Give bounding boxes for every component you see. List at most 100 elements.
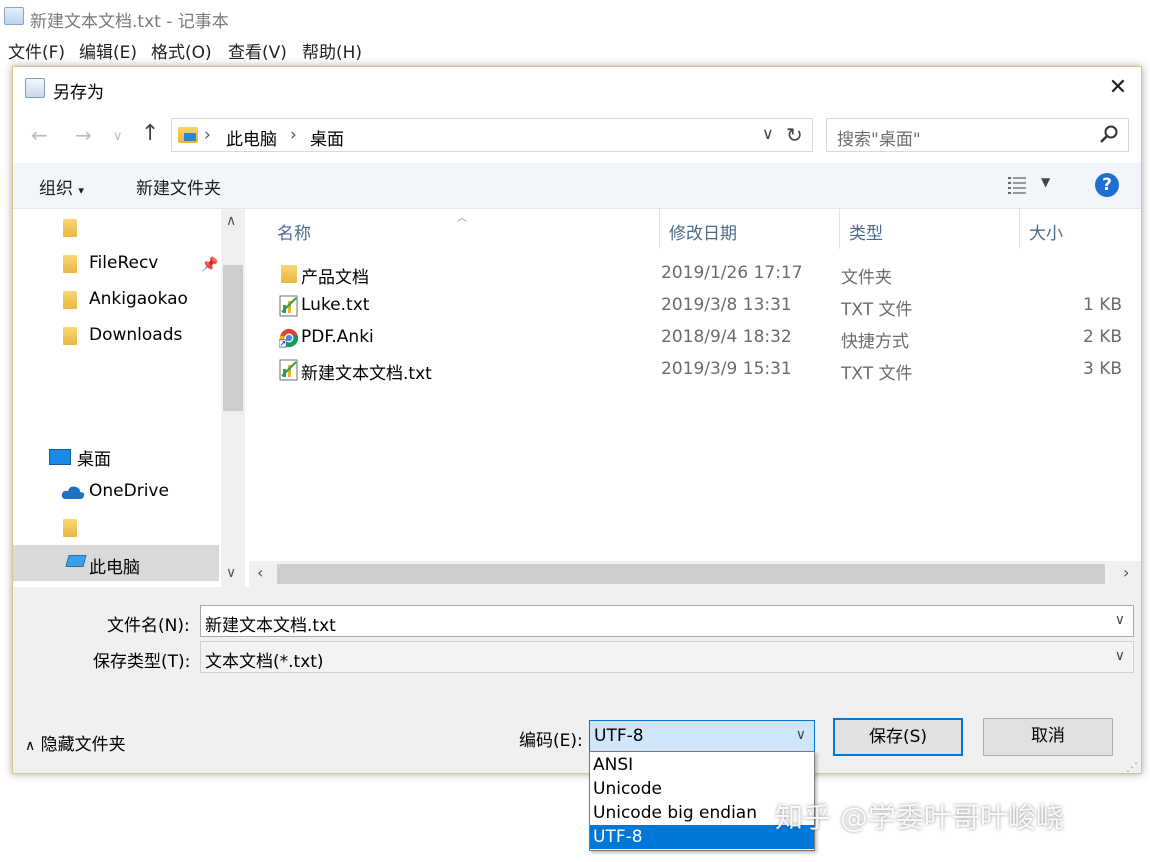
resize-grip-icon[interactable]: ⋰: [1126, 760, 1138, 774]
help-icon[interactable]: ?: [1095, 173, 1119, 197]
menu-file[interactable]: 文件(F): [8, 38, 65, 63]
filename-field[interactable]: 新建文本文档.txt ∨: [200, 605, 1134, 637]
close-button[interactable]: ✕: [1098, 73, 1138, 103]
folder-icon: [281, 265, 297, 283]
this-pc-icon: [65, 555, 87, 567]
menu-help[interactable]: 帮助(H): [302, 38, 362, 63]
folder-icon: [63, 219, 77, 237]
nav-scrollbar[interactable]: ∧ ∨: [221, 209, 245, 587]
file-size: 3 KB: [1083, 359, 1123, 379]
file-name: 新建文本文档.txt: [301, 364, 432, 384]
chevron-down-icon[interactable]: ∨: [762, 124, 774, 143]
file-type: 文件夹: [841, 268, 892, 288]
nav-item-ankigaokao[interactable]: Ankigaokao: [89, 289, 188, 309]
view-dropdown-icon[interactable]: ▼: [1041, 175, 1050, 189]
encoding-select[interactable]: UTF-8 ∨: [589, 720, 815, 754]
dialog-title: 另存为: [53, 83, 104, 103]
filename-input[interactable]: 新建文本文档.txt: [205, 611, 336, 636]
save-button[interactable]: 保存(S): [833, 718, 963, 756]
refresh-icon[interactable]: ↻: [786, 123, 803, 147]
chevron-right-icon: ›: [204, 125, 211, 145]
chrome-shortcut-icon: [279, 328, 299, 348]
folder-icon: [63, 255, 77, 273]
breadcrumb-this-pc[interactable]: 此电脑: [226, 125, 277, 150]
nav-item-this-pc[interactable]: 此电脑: [89, 553, 140, 578]
column-header-type[interactable]: 类型: [849, 219, 883, 244]
file-date: 2019/3/8 13:31: [661, 295, 792, 315]
notepad-icon: [25, 78, 45, 98]
search-box[interactable]: 搜索"桌面": [826, 118, 1129, 152]
pin-icon: 📌: [201, 257, 219, 273]
chevron-up-icon[interactable]: ∧: [226, 213, 236, 229]
text-file-icon: [279, 295, 298, 317]
back-arrow-icon[interactable]: ←: [31, 123, 48, 147]
menu-view[interactable]: 查看(V): [228, 38, 287, 63]
up-arrow-icon[interactable]: ↑: [141, 121, 159, 146]
nav-item-filerecv[interactable]: FileRecv: [89, 253, 158, 273]
dialog-titlebar: 另存为 ✕: [13, 67, 1141, 109]
notepad-icon: [4, 7, 24, 25]
filetype-value: 文本文档(*.txt): [205, 652, 324, 672]
chevron-left-icon[interactable]: ‹: [257, 563, 263, 582]
file-date: 2019/3/9 15:31: [661, 359, 792, 379]
search-icon: [1100, 125, 1118, 143]
organize-button[interactable]: 组织 ▾: [39, 174, 84, 199]
column-header-name[interactable]: 名称: [277, 219, 311, 244]
file-list: ︿ 名称 修改日期 类型 大小 产品文档 2019/1/26 17:17 文件夹…: [249, 209, 1141, 587]
notepad-text-area-left: [0, 64, 12, 784]
address-bar[interactable]: › 此电脑 › 桌面 ∨ ↻: [171, 118, 813, 152]
file-name: 产品文档: [301, 268, 369, 288]
breadcrumb-desktop[interactable]: 桌面: [310, 125, 344, 150]
chevron-down-icon[interactable]: ∨: [1115, 648, 1125, 664]
file-name: Luke.txt: [301, 295, 370, 315]
file-date: 2018/9/4 18:32: [661, 327, 792, 347]
file-type: 快捷方式: [841, 332, 909, 352]
onedrive-icon: [61, 486, 85, 499]
forward-arrow-icon[interactable]: →: [75, 123, 92, 147]
toolbar: 组织 ▾ 新建文件夹 ▼ ?: [13, 163, 1141, 209]
view-details-icon[interactable]: [1007, 175, 1027, 195]
hide-folders-label: 隐藏文件夹: [40, 735, 126, 755]
file-row[interactable]: Luke.txt 2019/3/8 13:31 TXT 文件 1 KB: [269, 291, 1141, 323]
chevron-right-icon[interactable]: ›: [1123, 563, 1129, 582]
text-file-icon: [279, 359, 298, 381]
watermark: 知乎 @学委叶哥叶峻峣: [775, 801, 1064, 834]
column-divider[interactable]: [1019, 209, 1020, 249]
column-header-size[interactable]: 大小: [1029, 219, 1063, 244]
file-row[interactable]: 新建文本文档.txt 2019/3/9 15:31 TXT 文件 3 KB: [269, 355, 1141, 387]
file-list-hscrollbar[interactable]: ‹ ›: [249, 561, 1141, 587]
nav-item-downloads[interactable]: Downloads: [89, 325, 182, 345]
file-row[interactable]: 产品文档 2019/1/26 17:17 文件夹: [269, 259, 1141, 291]
column-divider[interactable]: [839, 209, 840, 249]
save-options-area: 文件名(N): 新建文本文档.txt ∨ 保存类型(T): 文本文档(*.txt…: [13, 587, 1141, 773]
encoding-option-ansi[interactable]: ANSI: [590, 753, 814, 777]
chevron-up-icon: ∧: [25, 738, 36, 754]
cancel-button[interactable]: 取消: [983, 718, 1113, 756]
new-folder-button[interactable]: 新建文件夹: [136, 174, 221, 199]
hide-folders-toggle[interactable]: ∧ 隐藏文件夹: [25, 730, 126, 755]
column-divider[interactable]: [659, 209, 660, 249]
notepad-text-area-right: [1142, 150, 1150, 790]
menu-edit[interactable]: 编辑(E): [79, 38, 137, 63]
hscrollbar-thumb[interactable]: [277, 564, 1105, 584]
notepad-title: 新建文本文档.txt - 记事本: [30, 12, 229, 32]
recent-locations-icon[interactable]: ∨: [113, 129, 123, 144]
nav-item-onedrive[interactable]: OneDrive: [89, 481, 169, 501]
nav-scrollbar-thumb[interactable]: [223, 265, 243, 411]
chevron-down-icon[interactable]: ∨: [1115, 612, 1125, 628]
file-row[interactable]: PDF.Anki 2018/9/4 18:32 快捷方式 2 KB: [269, 323, 1141, 355]
filetype-select[interactable]: 文本文档(*.txt) ∨: [200, 641, 1134, 673]
notepad-titlebar: 新建文本文档.txt - 记事本: [0, 0, 1150, 34]
chevron-down-icon[interactable]: ∨: [796, 727, 806, 743]
nav-item-desktop[interactable]: 桌面: [77, 445, 111, 470]
save-as-dialog: 另存为 ✕ ← → ∨ ↑ › 此电脑 › 桌面 ∨ ↻ 搜索"桌面" 组织 ▾…: [12, 66, 1142, 774]
column-header-date[interactable]: 修改日期: [669, 219, 737, 244]
chevron-down-icon[interactable]: ∨: [226, 565, 236, 581]
file-name: PDF.Anki: [301, 327, 374, 347]
folder-icon: [63, 291, 77, 309]
search-input[interactable]: 搜索"桌面": [837, 125, 921, 150]
notepad-menubar: 文件(F) 编辑(E) 格式(O) 查看(V) 帮助(H): [0, 34, 1150, 64]
user-folder-icon: [63, 519, 77, 537]
menu-format[interactable]: 格式(O): [151, 38, 212, 63]
file-date: 2019/1/26 17:17: [661, 263, 803, 283]
